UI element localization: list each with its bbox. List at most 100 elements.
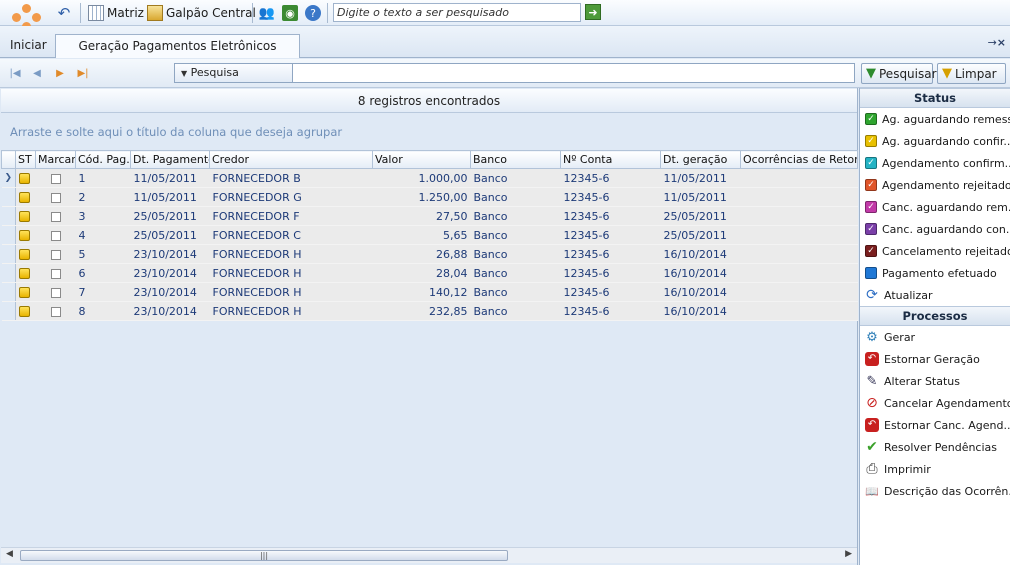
close-icon[interactable]: ×: [997, 36, 1006, 49]
previous-record-icon[interactable]: ◀: [30, 66, 44, 80]
scrollbar-thumb[interactable]: |||: [20, 550, 508, 561]
group-by-hint[interactable]: Arraste e solte aqui o título da coluna …: [10, 125, 342, 139]
status-item[interactable]: ✓ Agendamento confirm...: [860, 152, 1010, 174]
marcar-checkbox[interactable]: [50, 230, 61, 241]
process-item[interactable]: ↶ Estornar Canc. Agend...: [860, 414, 1010, 436]
table-row[interactable]: 7 23/10/2014 FORNECEDOR H 140,12 Banco 12345-…: [1, 282, 858, 302]
process-item[interactable]: 📖 Descrição das Ocorrên...: [860, 480, 1010, 502]
status-item[interactable]: ✓ Ag. aguardando remessa: [860, 108, 1010, 130]
table-row[interactable]: 3 25/05/2011 FORNECEDOR F 27,50 Banco 12345-6…: [1, 206, 858, 226]
status-cell[interactable]: [15, 187, 36, 207]
marcar-checkbox[interactable]: [50, 173, 61, 184]
marcar-cell[interactable]: [35, 168, 76, 188]
table-row[interactable]: ❯ 1 11/05/2011 FORNECEDOR B 1.000,00 Banco 123…: [1, 168, 858, 188]
marcar-cell[interactable]: [35, 263, 76, 283]
table-row[interactable]: 5 23/10/2014 FORNECEDOR H 26,88 Banco 12345-6…: [1, 244, 858, 264]
row-indicator[interactable]: ❯: [1, 168, 16, 188]
status-cell[interactable]: [15, 282, 36, 302]
row-indicator[interactable]: [1, 301, 16, 321]
status-yellow-icon: [19, 268, 30, 279]
marcar-checkbox[interactable]: [50, 306, 61, 317]
status-cell[interactable]: [15, 263, 36, 283]
filter-dropdown[interactable]: ▼ Pesquisa: [175, 64, 293, 82]
process-item[interactable]: ⚙ Gerar: [860, 326, 1010, 348]
pesquisar-button[interactable]: ▼ Pesquisar: [861, 63, 937, 84]
tab-home[interactable]: Iniciar: [4, 38, 53, 52]
row-indicator[interactable]: [1, 282, 16, 302]
pin-icon[interactable]: →: [988, 36, 997, 49]
status-cell[interactable]: [15, 244, 36, 264]
header-banco[interactable]: Banco: [470, 150, 561, 169]
row-indicator[interactable]: [1, 225, 16, 245]
dt-pagamento-cell: 23/10/2014: [130, 282, 210, 302]
limpar-button[interactable]: ▼ Limpar: [937, 63, 1006, 84]
marcar-cell[interactable]: [35, 206, 76, 226]
marcar-cell[interactable]: [35, 301, 76, 321]
search-go-button[interactable]: ➜: [585, 4, 601, 20]
table-row[interactable]: 6 23/10/2014 FORNECEDOR H 28,04 Banco 12345-6…: [1, 263, 858, 283]
credor-cell: FORNECEDOR H: [209, 263, 373, 283]
dt-geracao-cell: 25/05/2011: [660, 206, 741, 226]
process-item[interactable]: ✔ Resolver Pendências: [860, 436, 1010, 458]
credor-cell: FORNECEDOR H: [209, 282, 373, 302]
marcar-cell[interactable]: [35, 282, 76, 302]
table-row[interactable]: 4 25/05/2011 FORNECEDOR C 5,65 Banco 12345-6 2…: [1, 225, 858, 245]
status-cell[interactable]: [15, 168, 36, 188]
status-cell[interactable]: [15, 301, 36, 321]
header-credor[interactable]: Credor: [209, 150, 373, 169]
matriz-button[interactable]: Matriz: [88, 3, 144, 23]
status-cell[interactable]: [15, 206, 36, 226]
marcar-checkbox[interactable]: [50, 287, 61, 298]
table-row[interactable]: 2 11/05/2011 FORNECEDOR G 1.250,00 Banco 1234…: [1, 187, 858, 207]
header-ocorrencias[interactable]: Ocorrências de Retorno: [740, 150, 858, 169]
scroll-left-icon[interactable]: ◀: [6, 549, 13, 559]
process-item[interactable]: ⎙ Imprimir: [860, 458, 1010, 480]
row-indicator[interactable]: [1, 187, 16, 207]
search-input[interactable]: Digite o texto a ser pesquisado: [333, 3, 581, 22]
galpao-button[interactable]: Galpão Central: [147, 3, 256, 23]
marcar-checkbox[interactable]: [50, 211, 61, 222]
help-button[interactable]: ?: [305, 3, 321, 23]
top-toolbar: ↶ Matriz Galpão Central 👥 ◉ ? Digite o t…: [0, 0, 1010, 31]
view-button[interactable]: ◉: [282, 3, 298, 23]
book-icon: 📖: [865, 484, 879, 498]
scroll-right-icon[interactable]: ▶: [845, 549, 852, 559]
refresh-button[interactable]: ⟳ Atualizar: [860, 284, 1010, 306]
row-indicator[interactable]: [1, 206, 16, 226]
marcar-cell[interactable]: [35, 244, 76, 264]
marcar-checkbox[interactable]: [50, 268, 61, 279]
process-item[interactable]: ⊘ Cancelar Agendamento: [860, 392, 1010, 414]
table-row[interactable]: 8 23/10/2014 FORNECEDOR H 232,85 Banco 12345-…: [1, 301, 858, 321]
status-item[interactable]: ✓ Agendamento rejeitado: [860, 174, 1010, 196]
status-item[interactable]: ✓ Cancelamento rejeitado: [860, 240, 1010, 262]
horizontal-scrollbar[interactable]: ◀ ||| ▶: [1, 547, 857, 563]
header-conta[interactable]: Nº Conta: [560, 150, 661, 169]
status-item[interactable]: ✓ Canc. aguardando rem...: [860, 196, 1010, 218]
status-item[interactable]: Pagamento efetuado: [860, 262, 1010, 284]
status-item[interactable]: ✓ Ag. aguardando confir...: [860, 130, 1010, 152]
row-indicator[interactable]: [1, 263, 16, 283]
first-record-icon[interactable]: |◀: [8, 66, 22, 80]
tab-pagamentos[interactable]: Geração Pagamentos Eletrônicos: [55, 34, 300, 58]
marcar-checkbox[interactable]: [50, 249, 61, 260]
header-dt-geracao[interactable]: Dt. geração: [660, 150, 741, 169]
next-record-icon[interactable]: ▶: [53, 66, 67, 80]
filter-field[interactable]: ▼ Pesquisa: [174, 63, 855, 83]
record-count: 8 registros encontrados: [1, 89, 857, 113]
marcar-checkbox[interactable]: [50, 192, 61, 203]
marcar-cell[interactable]: [35, 225, 76, 245]
header-valor[interactable]: Valor: [372, 150, 471, 169]
users-button[interactable]: 👥: [259, 3, 275, 23]
process-item[interactable]: ✎ Alterar Status: [860, 370, 1010, 392]
last-record-icon[interactable]: ▶|: [76, 66, 90, 80]
marcar-cell[interactable]: [35, 187, 76, 207]
header-st[interactable]: ST: [15, 150, 36, 169]
header-marcar[interactable]: Marcar: [35, 150, 76, 169]
status-item[interactable]: ✓ Canc. aguardando con...: [860, 218, 1010, 240]
undo-button[interactable]: ↶: [56, 3, 72, 23]
header-dt-pagamento[interactable]: Dt. Pagamento: [130, 150, 210, 169]
row-indicator[interactable]: [1, 244, 16, 264]
status-cell[interactable]: [15, 225, 36, 245]
process-item[interactable]: ↶ Estornar Geração: [860, 348, 1010, 370]
header-cod-pag[interactable]: Cód. Pag.: [75, 150, 131, 169]
